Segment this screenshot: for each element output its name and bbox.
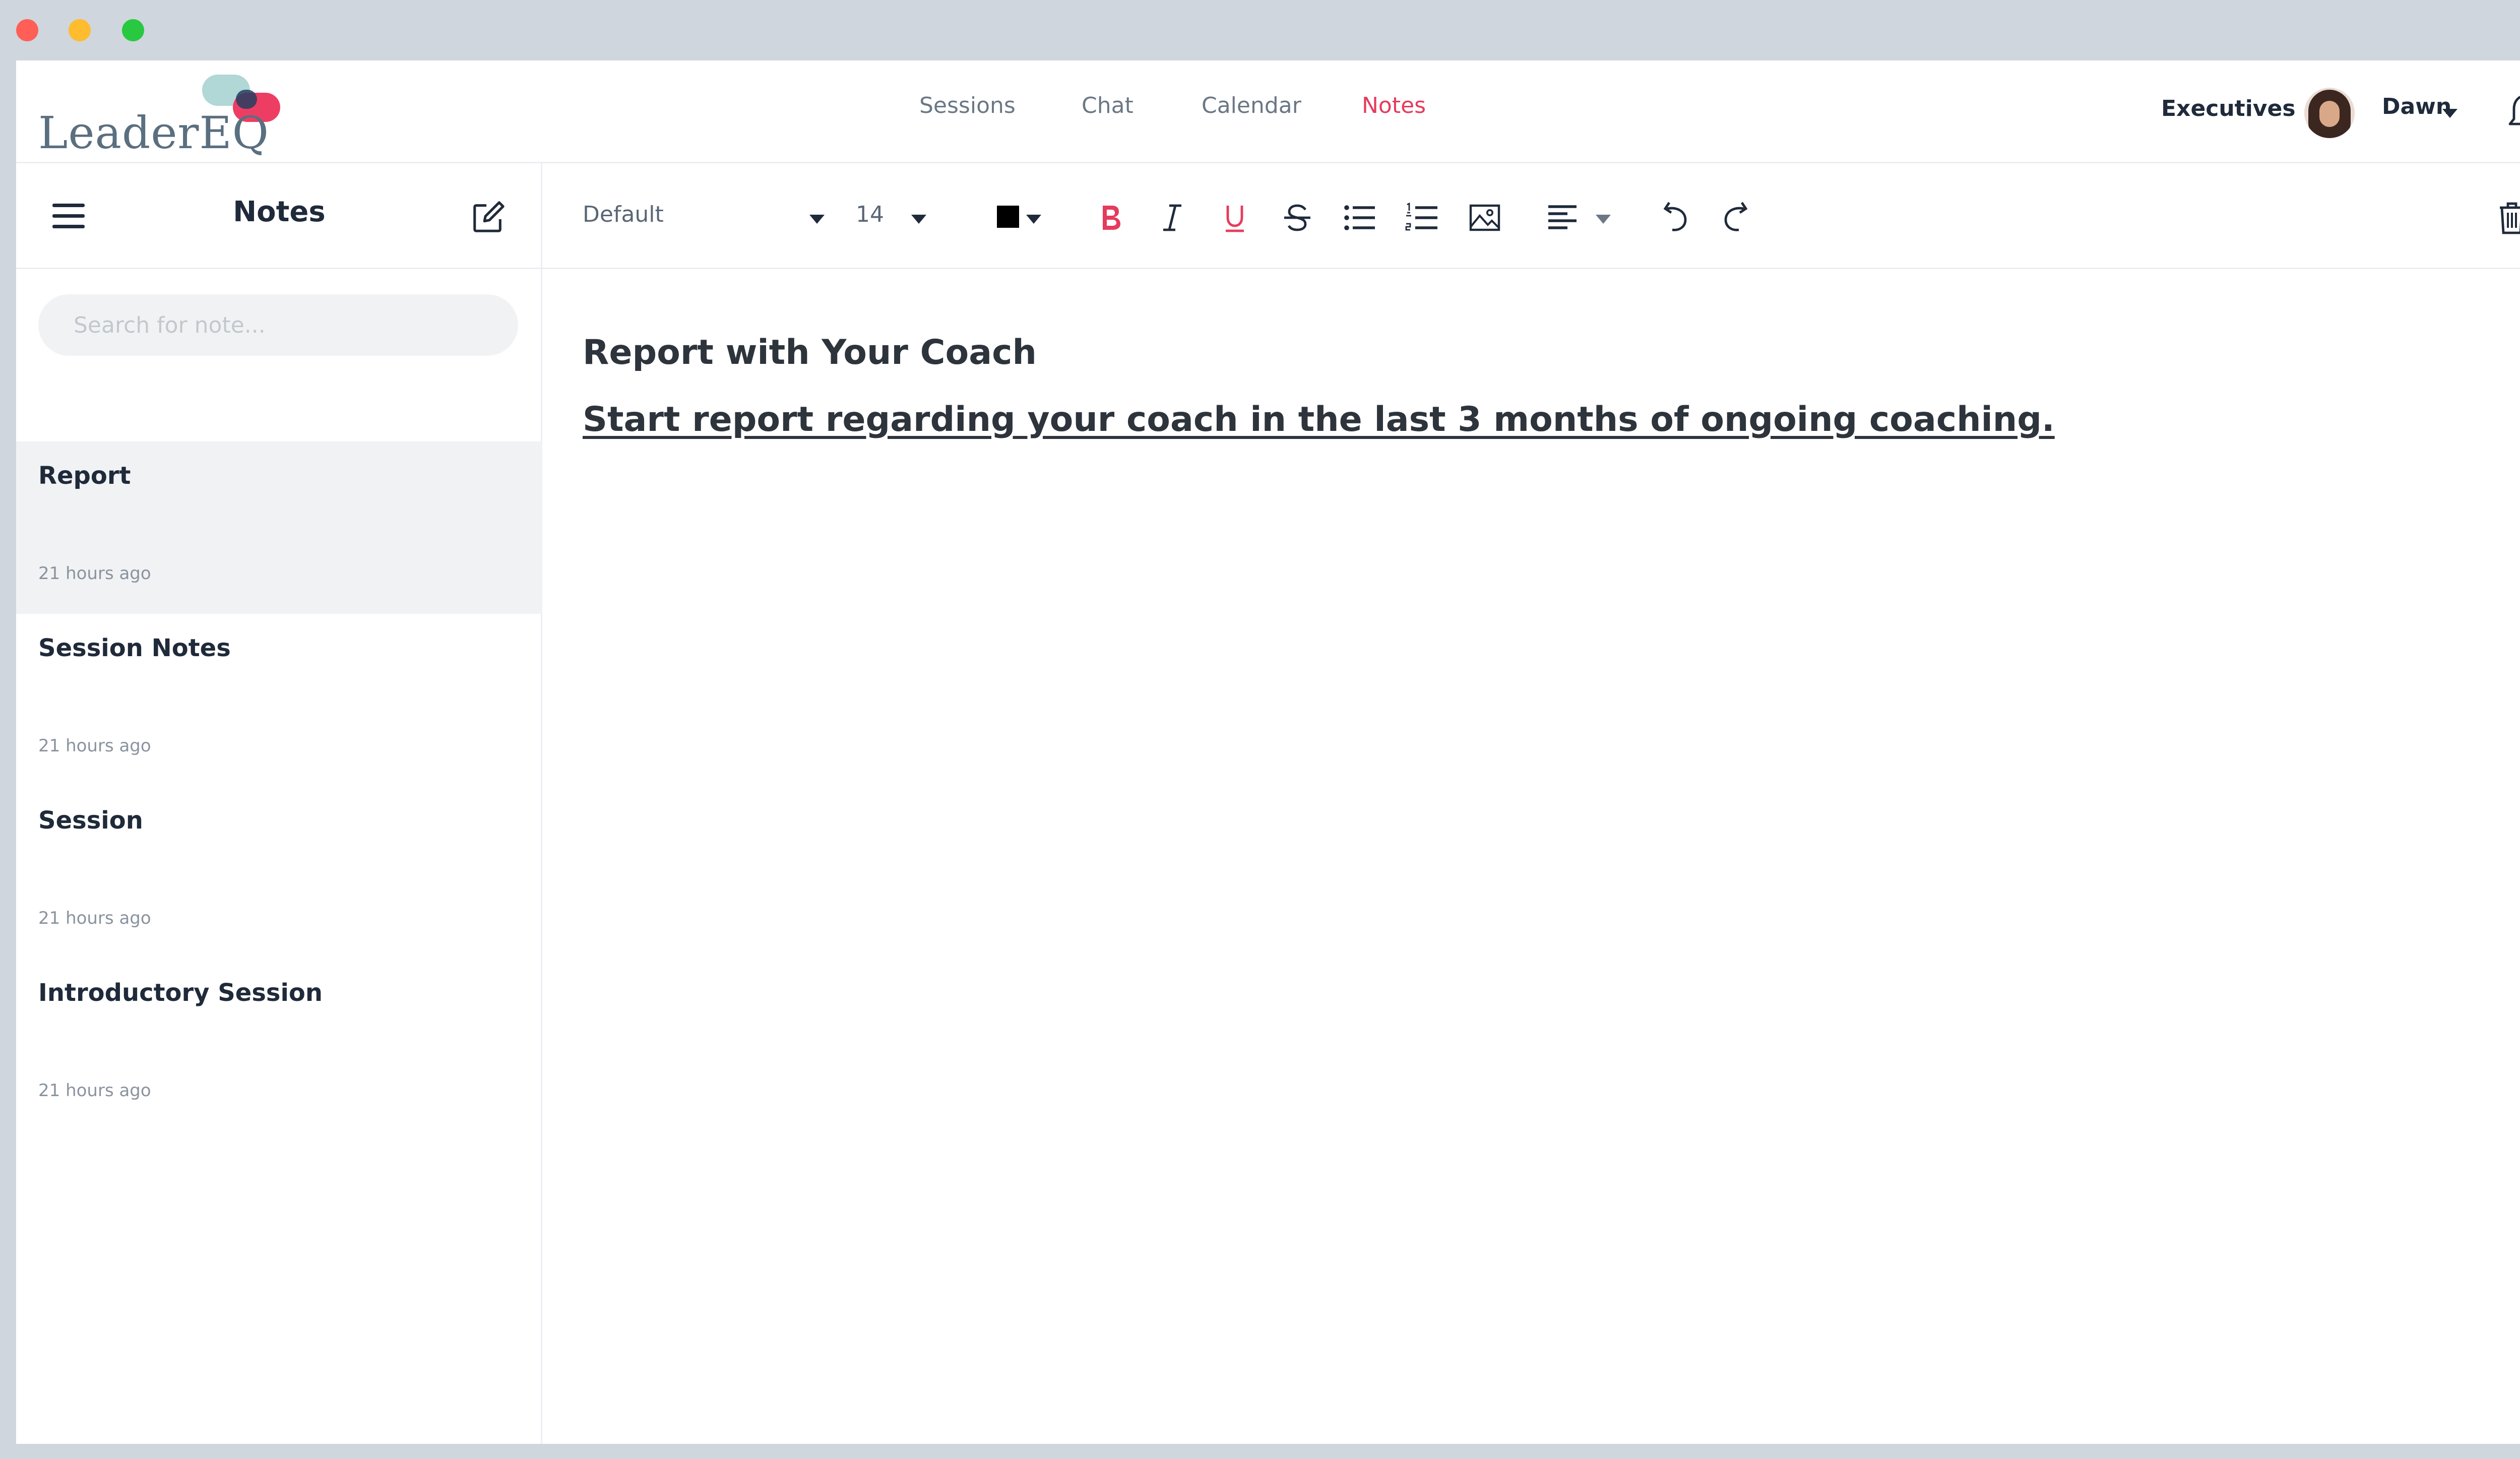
- minimize-window-button[interactable]: [69, 19, 91, 41]
- user-name[interactable]: Dawn: [2382, 94, 2451, 119]
- image-icon[interactable]: [1466, 199, 1504, 237]
- list-item[interactable]: Report 21 hours ago: [16, 441, 542, 614]
- nav-sessions[interactable]: Sessions: [919, 93, 1016, 133]
- chevron-down-icon[interactable]: [1026, 215, 1041, 224]
- note-title: Introductory Session: [38, 979, 323, 1007]
- close-window-button[interactable]: [16, 19, 38, 41]
- maximize-window-button[interactable]: [122, 19, 144, 41]
- underline-icon[interactable]: [1216, 199, 1254, 237]
- editor-toolbar: Default 14: [542, 163, 2520, 269]
- undo-icon[interactable]: [1655, 199, 1693, 237]
- bold-icon[interactable]: [1091, 199, 1129, 237]
- numbered-list-icon[interactable]: [1403, 199, 1441, 237]
- redo-icon[interactable]: [1718, 199, 1756, 237]
- trash-icon[interactable]: [2493, 199, 2520, 237]
- italic-icon[interactable]: [1153, 199, 1191, 237]
- note-editor[interactable]: Report with Your Coach Start report rega…: [583, 333, 2498, 439]
- text-color-icon[interactable]: [990, 199, 1028, 237]
- window-chrome: [0, 0, 2520, 60]
- compose-icon[interactable]: [471, 200, 506, 235]
- list-item[interactable]: Session 21 hours ago: [16, 786, 542, 959]
- app-window: LeaderEQ Sessions Chat Calendar Notes Ex…: [16, 60, 2520, 1444]
- note-time: 21 hours ago: [38, 736, 151, 756]
- sidebar-title: Notes: [233, 196, 326, 228]
- strikethrough-icon[interactable]: [1278, 199, 1316, 237]
- top-header: LeaderEQ Sessions Chat Calendar Notes Ex…: [16, 60, 2520, 163]
- nav-notes[interactable]: Notes: [1362, 93, 1426, 133]
- bell-icon[interactable]: [2506, 92, 2520, 134]
- chevron-down-icon[interactable]: [911, 215, 926, 224]
- note-time: 21 hours ago: [38, 908, 151, 928]
- align-left-icon[interactable]: [1543, 199, 1582, 237]
- logo-bubble-navy: [236, 90, 257, 109]
- note-time: 21 hours ago: [38, 1081, 151, 1101]
- note-title: Report: [38, 462, 131, 490]
- list-item[interactable]: Introductory Session 21 hours ago: [16, 959, 542, 1131]
- font-family-select[interactable]: Default: [583, 202, 664, 227]
- logo-text: LeaderEQ: [38, 107, 269, 159]
- notes-sidebar: Notes Report 21 hours ago Session Notes …: [16, 163, 542, 1444]
- note-editor-title[interactable]: Report with Your Coach: [583, 333, 2498, 372]
- nav-chat[interactable]: Chat: [1082, 93, 1133, 133]
- note-title: Session Notes: [38, 634, 231, 662]
- note-editor-body[interactable]: Start report regarding your coach in the…: [583, 400, 2498, 439]
- avatar[interactable]: [2304, 88, 2355, 138]
- chevron-down-icon[interactable]: [1596, 215, 1611, 224]
- chevron-down-icon[interactable]: [809, 215, 825, 224]
- bullet-list-icon[interactable]: [1341, 199, 1379, 237]
- nav-calendar[interactable]: Calendar: [1202, 93, 1301, 133]
- list-item[interactable]: Session Notes 21 hours ago: [16, 614, 542, 786]
- sidebar-header: Notes: [16, 163, 542, 269]
- leadereq-logo[interactable]: LeaderEQ: [38, 72, 280, 159]
- org-label[interactable]: Executives: [2161, 96, 2296, 121]
- note-title: Session: [38, 806, 143, 835]
- search-input[interactable]: [38, 294, 518, 356]
- note-time: 21 hours ago: [38, 563, 151, 584]
- chevron-down-icon[interactable]: [2442, 109, 2458, 118]
- font-size-select[interactable]: 14: [856, 202, 884, 227]
